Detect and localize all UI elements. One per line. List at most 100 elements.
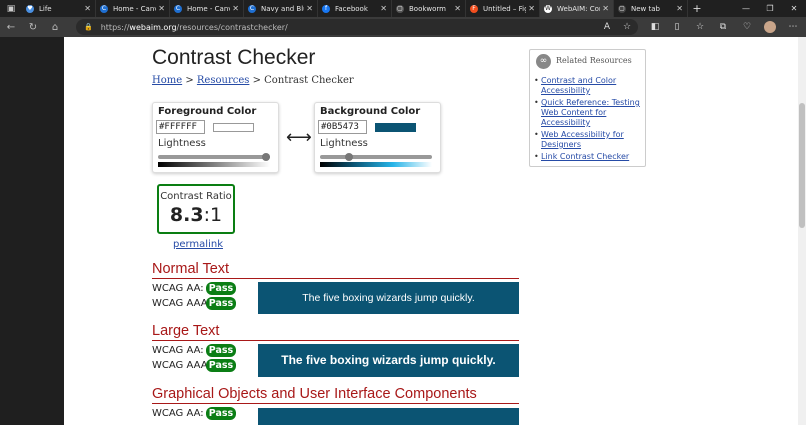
contrast-ratio-label: Contrast Ratio xyxy=(160,191,232,202)
browser-tab[interactable]: F Untitled – Figm✕ xyxy=(466,0,540,17)
tab-label: WebAIM: Cont xyxy=(557,4,600,13)
extension-icon[interactable]: ◧ xyxy=(645,17,665,37)
foreground-lightness-knob[interactable] xyxy=(262,153,270,161)
tab-favicon-icon: C xyxy=(248,4,256,13)
normal-text-heading: Normal Text xyxy=(152,261,519,279)
related-resource-link[interactable]: Link Contrast Checker xyxy=(534,152,642,162)
large-aa-pass-badge: Pass xyxy=(206,344,236,357)
browser-tab[interactable]: f Facebook ✕ xyxy=(318,0,392,17)
graphical-aa-pass-badge: Pass xyxy=(206,407,236,420)
close-window-icon[interactable]: ✕ xyxy=(782,0,806,17)
minimize-icon[interactable]: — xyxy=(734,0,758,17)
tab-favicon-icon: f xyxy=(322,4,330,13)
url-prefix: https:// xyxy=(100,22,130,32)
browser-tab[interactable]: W WebAIM: Cont✕ xyxy=(540,0,614,17)
background-color-panel: Background Color #0B5473 Lightness xyxy=(314,102,441,173)
related-resource-link[interactable]: Contrast and Color Accessibility xyxy=(534,76,642,96)
workspaces-icon[interactable]: ▣ xyxy=(0,0,22,17)
normal-text-sample: The five boxing wizards jump quickly. xyxy=(258,282,519,314)
tab-label: Untitled – Figm xyxy=(483,4,526,13)
browser-tab[interactable]: C Home - Canva✕ xyxy=(96,0,170,17)
swap-colors-icon[interactable]: ⟷ xyxy=(286,127,312,148)
browser-tab[interactable]: C Navy and Blue✕ xyxy=(244,0,318,17)
background-hex-input[interactable]: #0B5473 xyxy=(318,120,367,134)
page-scrollbar[interactable] xyxy=(798,37,806,425)
more-menu-icon[interactable]: ⋯ xyxy=(783,17,803,37)
tab-label: Facebook xyxy=(335,4,368,13)
tab-close-icon[interactable]: ✕ xyxy=(454,4,461,13)
tab-favicon-icon: F xyxy=(470,4,478,13)
profile-avatar[interactable] xyxy=(760,17,780,37)
breadcrumb-current: Contrast Checker xyxy=(264,75,354,86)
browser-tab[interactable]: ♥ Life ✕ xyxy=(22,0,96,17)
normal-aaa-label: WCAG AAA: xyxy=(152,298,211,309)
breadcrumb-separator: > xyxy=(249,75,265,86)
background-lightness-knob[interactable] xyxy=(344,153,353,161)
large-aaa-label: WCAG AAA: xyxy=(152,360,211,371)
background-lightness-gradient xyxy=(320,162,432,167)
contrast-ratio-value: 8.3:1 xyxy=(159,204,233,226)
address-bar[interactable]: 🔒 https://webaim.org/resources/contrastc… xyxy=(76,19,638,35)
web-page: Contrast Checker Home > Resources > Cont… xyxy=(64,37,798,425)
browser-tab[interactable]: ▢ New tab ✕ xyxy=(614,0,688,17)
new-tab-button[interactable]: + xyxy=(688,2,706,15)
browser-essentials-icon[interactable]: ♡ xyxy=(737,17,757,37)
link-icon: ∞ xyxy=(536,54,551,69)
tab-label: Life xyxy=(39,4,52,13)
page-title: Contrast Checker xyxy=(152,46,316,69)
collections-icon[interactable]: ⧉ xyxy=(713,17,733,37)
background-label: Background Color xyxy=(320,106,421,117)
foreground-color-panel: Foreground Color #FFFFFF Lightness xyxy=(152,102,279,173)
normal-aa-pass-badge: Pass xyxy=(206,282,236,295)
breadcrumb-resources-link[interactable]: Resources xyxy=(197,75,249,86)
read-aloud-icon[interactable]: A xyxy=(597,17,617,37)
tab-label: Home - Canva xyxy=(187,4,230,13)
tab-label: New tab xyxy=(631,4,660,13)
background-color-picker[interactable] xyxy=(375,123,416,132)
tab-close-icon[interactable]: ✕ xyxy=(84,4,91,13)
scrollbar-thumb[interactable] xyxy=(799,103,805,228)
tab-close-icon[interactable]: ✕ xyxy=(676,4,683,13)
large-aaa-pass-badge: Pass xyxy=(206,359,236,372)
tab-favicon-icon: ▢ xyxy=(396,4,404,13)
split-screen-icon[interactable]: ▯ xyxy=(667,17,687,37)
breadcrumb: Home > Resources > Contrast Checker xyxy=(152,75,354,86)
tab-favicon-icon: ▢ xyxy=(618,4,626,13)
related-resources-title: Related Resources xyxy=(556,56,632,65)
favorite-star-icon[interactable]: ☆ xyxy=(617,17,637,37)
tab-close-icon[interactable]: ✕ xyxy=(232,4,239,13)
lock-icon[interactable]: 🔒 xyxy=(84,23,93,31)
related-resource-link[interactable]: Web Accessibility for Designers xyxy=(534,130,642,150)
checkmark-icon: ✓ xyxy=(383,421,395,425)
browser-tab[interactable]: C Home - Canva✕ xyxy=(170,0,244,17)
permalink-link[interactable]: permalink xyxy=(173,239,223,250)
tab-favicon-icon: W xyxy=(544,4,552,13)
tab-close-icon[interactable]: ✕ xyxy=(306,4,313,13)
maximize-icon[interactable]: ❐ xyxy=(758,0,782,17)
large-aa-label: WCAG AA: xyxy=(152,345,204,356)
tab-close-icon[interactable]: ✕ xyxy=(602,4,609,13)
foreground-lightness-label: Lightness xyxy=(158,138,206,149)
tab-label: Bookworm xyxy=(409,4,447,13)
favorites-icon[interactable]: ☆ xyxy=(690,17,710,37)
tab-label: Navy and Blue xyxy=(261,4,304,13)
foreground-color-picker[interactable] xyxy=(213,123,254,132)
foreground-lightness-slider[interactable] xyxy=(158,153,270,161)
breadcrumb-home-link[interactable]: Home xyxy=(152,75,182,86)
tab-favicon-icon: C xyxy=(100,4,108,13)
url-path: /resources/contrastchecker/ xyxy=(176,22,288,32)
tab-close-icon[interactable]: ✕ xyxy=(158,4,165,13)
back-icon[interactable]: ← xyxy=(0,17,22,37)
browser-tab[interactable]: ▢ Bookworm ✕ xyxy=(392,0,466,17)
related-resource-link[interactable]: Quick Reference: Testing Web Content for… xyxy=(534,98,642,128)
graphical-sample: ✓ xyxy=(258,408,519,425)
url-host: webaim.org xyxy=(129,22,177,32)
tab-close-icon[interactable]: ✕ xyxy=(380,4,387,13)
home-icon[interactable]: ⌂ xyxy=(44,17,66,37)
tab-close-icon[interactable]: ✕ xyxy=(528,4,535,13)
background-lightness-slider[interactable] xyxy=(320,153,432,161)
graphical-objects-heading: Graphical Objects and User Interface Com… xyxy=(152,386,519,404)
refresh-icon[interactable]: ↻ xyxy=(22,17,44,37)
large-text-sample: The five boxing wizards jump quickly. xyxy=(258,344,519,377)
foreground-hex-input[interactable]: #FFFFFF xyxy=(156,120,205,134)
